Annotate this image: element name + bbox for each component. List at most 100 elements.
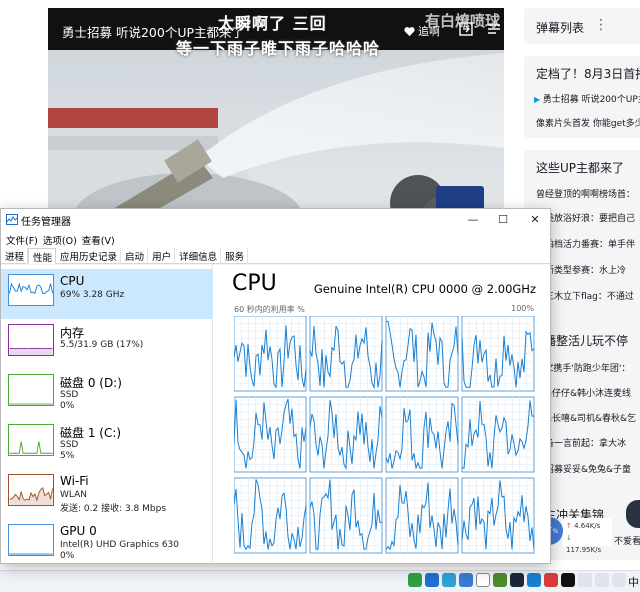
resource-detail: SSD [60, 390, 79, 400]
logical-processor-graph [385, 477, 459, 554]
resource-item-memory[interactable]: 内存 5.5/31.9 GB (17%) [1, 319, 213, 369]
volume-icon[interactable] [612, 573, 626, 587]
logical-processor-graph [309, 316, 383, 392]
window-title: 任务管理器 [21, 217, 71, 228]
tab-details[interactable]: 详细信息 [175, 248, 222, 264]
shield-icon[interactable] [476, 573, 490, 587]
wechat-icon[interactable] [425, 573, 439, 587]
tab-processes[interactable]: 进程 [1, 248, 29, 264]
resource-usage: 0% [60, 551, 75, 561]
pin-icon[interactable] [544, 573, 558, 587]
thumbnail-line [9, 441, 53, 454]
resource-name: GPU 0 [60, 524, 97, 538]
upload-arrow-icon: ↑ [566, 522, 572, 530]
ime-indicator[interactable]: 中 [628, 574, 639, 590]
resource-item-cpu[interactable]: CPU 69% 3.28 GHz [1, 269, 213, 319]
system-tray [408, 573, 626, 587]
maximize-button[interactable]: ☐ [488, 209, 518, 230]
tab-bar: 进程 性能 应用历史记录 启动 用户 详细信息 服务 [1, 248, 550, 264]
menu-bar: 文件(F) 选项(O) 查看(V) [1, 230, 550, 248]
wifi-icon[interactable] [595, 573, 609, 587]
video-actions [458, 21, 502, 37]
announcement-item-2[interactable]: 像素片头首发 你能get多少 [536, 116, 640, 129]
tab-app-history[interactable]: 应用历史记录 [56, 248, 122, 264]
task-manager-window: 任务管理器 — ☐ ✕ 文件(F) 选项(O) 查看(V) 进程 性能 应用历史… [0, 208, 551, 564]
up-list-line[interactable]: 皮&长嘻&司机&春秋&乞 [536, 411, 636, 424]
resource-name: Wi-Fi [60, 474, 89, 488]
tab-services[interactable]: 服务 [221, 248, 249, 264]
onedrive-icon[interactable] [459, 573, 473, 587]
net-speed-widget: ↑ 4.64K/s ↓ 117.95K/s [562, 518, 612, 554]
resource-detail: 69% 3.28 GHz [60, 290, 125, 300]
section-title: 播整活儿玩不停 [544, 334, 629, 348]
up-list-line[interactable]: 曾经登顶的啊啊榜场首： [536, 187, 635, 200]
danmaku-list-title: 弹幕列表 [536, 21, 585, 35]
logical-processor-graph [309, 396, 383, 473]
menu-view[interactable]: 查看(V) [77, 230, 115, 248]
menu-file[interactable]: 文件(F) [1, 230, 38, 248]
announcement-card[interactable]: 定档了！8月3日首播 ▶ 勇士招募 听说200个UP主 像素片头首发 你能get… [524, 56, 640, 138]
follow-button[interactable]: 追啊 [404, 23, 440, 39]
resource-name: 磁盘 0 (D:) [60, 376, 122, 390]
tab-users[interactable]: 用户 [148, 248, 176, 264]
danmaku-list-header[interactable]: 弹幕列表 ⋮ [524, 8, 640, 44]
logical-processor-graph [385, 396, 459, 473]
cpu-detail-panel: CPU Genuine Intel(R) CPU 0000 @ 2.00GHz … [214, 265, 550, 563]
utilization-caption: 60 秒内的利用率 % [234, 305, 305, 314]
performance-view: CPU 69% 3.28 GHz 内存 5.5/31.9 GB (17%) 磁盘… [1, 265, 550, 563]
resource-list: CPU 69% 3.28 GHz 内存 5.5/31.9 GB (17%) 磁盘… [1, 265, 213, 563]
disk1-thumbnail [8, 424, 54, 456]
utilization-max: 100% [511, 304, 534, 313]
up-list-line[interactable]: 不爱看 [614, 534, 640, 547]
cpu-heading: CPU [232, 271, 277, 296]
title-bar[interactable]: 任务管理器 — ☐ ✕ [1, 209, 550, 230]
resource-detail: 5.5/31.9 GB (17%) [60, 340, 144, 350]
steam-icon[interactable] [510, 573, 524, 587]
resource-usage: 发送: 0.2 接收: 3.8 Mbps [60, 504, 167, 514]
share-icon[interactable] [458, 21, 474, 37]
settings-icon[interactable] [442, 573, 456, 587]
wifi-thumbnail [8, 474, 54, 506]
resource-item-gpu[interactable]: GPU 0 Intel(R) UHD Graphics 630 0% [1, 519, 213, 563]
tab-startup[interactable]: 启动 [121, 248, 149, 264]
logical-processor-graph [461, 396, 535, 473]
resource-item-wifi[interactable]: Wi-Fi WLAN 发送: 0.2 接收: 3.8 Mbps [1, 469, 213, 519]
download-icon[interactable] [408, 573, 422, 587]
download-speed: ↓ 117.95K/s [566, 532, 608, 556]
close-button[interactable]: ✕ [520, 209, 550, 230]
resource-item-disk-0[interactable]: 磁盘 0 (D:) SSD 0% [1, 369, 213, 419]
logical-processor-graph [309, 477, 383, 554]
gpu-thumbnail [8, 524, 54, 556]
cpu-thumbnail [8, 274, 54, 306]
qq-icon[interactable] [561, 573, 575, 587]
playlist-icon[interactable] [486, 21, 502, 37]
task-manager-icon [6, 214, 18, 225]
memory-thumbnail [8, 324, 54, 356]
more-icon[interactable]: ⋮ [594, 17, 608, 33]
resource-detail: Intel(R) UHD Graphics 630 [60, 540, 179, 550]
side-float-button[interactable] [626, 500, 640, 528]
app-icon[interactable] [527, 573, 541, 587]
resource-item-disk-1[interactable]: 磁盘 1 (C:) SSD 5% [1, 419, 213, 469]
chevron-up-icon[interactable] [578, 573, 592, 587]
logical-processor-graph [385, 316, 459, 392]
upload-speed: ↑ 4.64K/s [566, 520, 608, 532]
announcement-item[interactable]: ▶ 勇士招募 听说200个UP主 [534, 92, 640, 105]
logical-processor-graphs [234, 316, 535, 554]
download-speed-value: 117.95K/s [566, 546, 602, 554]
tab-performance[interactable]: 性能 [28, 248, 57, 264]
resource-usage: 5% [60, 451, 75, 461]
resource-usage: 0% [60, 401, 75, 411]
nvidia-icon[interactable] [493, 573, 507, 587]
disk0-thumbnail [8, 374, 54, 406]
announcement-title: 定档了！8月3日首播 [536, 67, 640, 81]
cpu-model: Genuine Intel(R) CPU 0000 @ 2.00GHz [313, 282, 536, 296]
menu-options[interactable]: 选项(O) [38, 230, 77, 248]
video-subtitle: 等一下雨子睢下雨子哈哈哈 [176, 39, 381, 58]
minimize-button[interactable]: — [458, 209, 488, 230]
play-icon: ▶ [534, 95, 543, 104]
logical-processor-graph [234, 396, 307, 473]
announcement-item-label: 勇士招募 听说200个UP主 [542, 95, 640, 105]
follow-label: 追啊 [418, 25, 440, 38]
resource-name: 内存 [60, 326, 85, 340]
